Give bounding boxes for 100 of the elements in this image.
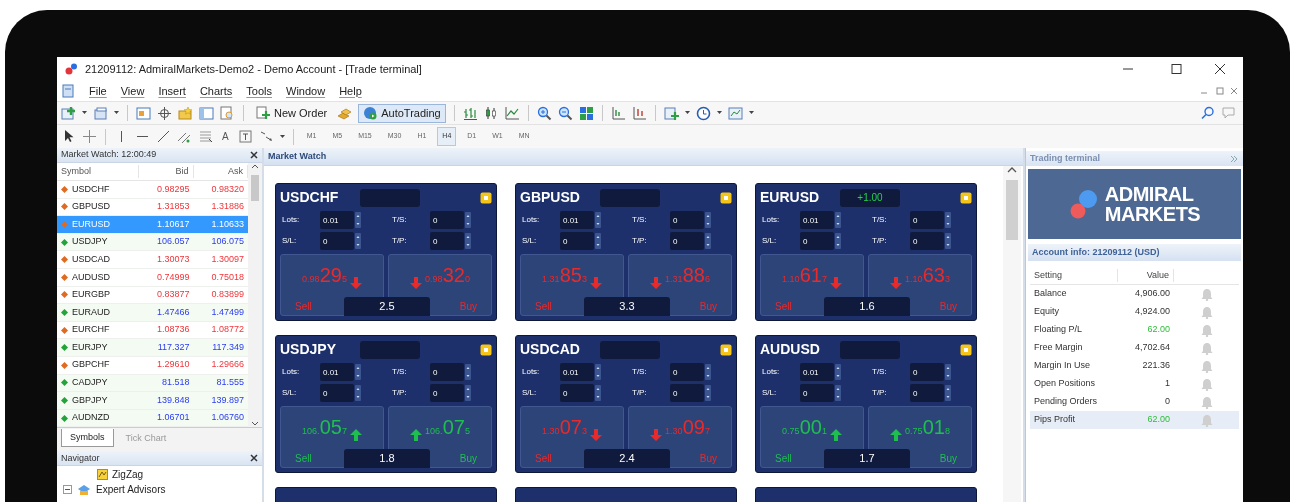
number-field[interactable]: 0 [910, 384, 944, 402]
account-row[interactable]: Equity 4,924.00 [1030, 303, 1239, 321]
spinner-icon[interactable] [944, 363, 952, 381]
one-click-icon[interactable] [480, 343, 492, 356]
caret-icon[interactable] [114, 111, 119, 115]
spinner-icon[interactable] [944, 211, 952, 229]
account-row[interactable]: Balance 4,906.00 [1030, 285, 1239, 303]
number-field[interactable]: 0 [430, 363, 464, 381]
menu-item[interactable]: File [89, 82, 107, 100]
number-field[interactable]: 0.01 [560, 363, 594, 381]
number-field[interactable]: 0 [560, 384, 594, 402]
number-field[interactable]: 0.01 [560, 211, 594, 229]
account-row[interactable]: Floating P/L 62.00 [1030, 321, 1239, 339]
menu-item[interactable]: Help [339, 82, 362, 100]
spinner-icon[interactable] [594, 384, 602, 402]
spinner-icon[interactable] [704, 211, 712, 229]
market-row[interactable]: EURAUD 1.47466 1.47499 [57, 304, 248, 322]
trend-line-icon[interactable] [156, 129, 171, 144]
indicator-add-icon[interactable] [663, 105, 679, 121]
number-field[interactable]: 0 [910, 363, 944, 381]
collapse-icon[interactable] [63, 485, 72, 495]
scroll-down-icon[interactable] [251, 421, 259, 428]
caret-icon[interactable] [716, 111, 722, 115]
one-click-icon[interactable] [720, 191, 732, 204]
caret-icon[interactable] [279, 134, 285, 139]
close-icon[interactable] [250, 151, 258, 159]
number-field[interactable]: 0 [800, 384, 834, 402]
column-header[interactable]: Symbol [57, 164, 139, 179]
column-header[interactable]: Setting [1030, 268, 1118, 283]
spinner-icon[interactable] [354, 211, 362, 229]
one-click-icon[interactable] [960, 191, 972, 204]
number-field[interactable]: 0 [670, 211, 704, 229]
new-chart-icon[interactable] [61, 105, 76, 121]
one-click-icon[interactable] [960, 343, 972, 356]
spinner-icon[interactable] [704, 384, 712, 402]
spinner-icon[interactable] [944, 232, 952, 250]
arrow-tools-icon[interactable] [258, 129, 274, 144]
spinner-icon[interactable] [354, 232, 362, 250]
account-row[interactable]: Margin In Use 221.36 [1030, 357, 1239, 375]
spinner-icon[interactable] [944, 384, 952, 402]
spinner-icon[interactable] [464, 232, 472, 250]
column-header[interactable]: Value [1118, 268, 1174, 283]
caret-icon[interactable] [748, 111, 754, 115]
number-field[interactable]: 0 [320, 384, 354, 402]
scroll-up-icon[interactable] [1007, 166, 1017, 174]
scroll-thumb[interactable] [1006, 180, 1018, 240]
spinner-icon[interactable] [834, 384, 842, 402]
crosshair-icon[interactable] [157, 105, 172, 121]
autoscroll-icon[interactable] [631, 105, 647, 121]
number-field[interactable]: 0 [670, 232, 704, 250]
spinner-icon[interactable] [464, 211, 472, 229]
star-folder-icon[interactable] [178, 105, 193, 121]
number-field[interactable]: 0 [670, 384, 704, 402]
zoom-out-icon[interactable] [557, 105, 573, 121]
account-row[interactable]: Open Positions 1 [1030, 375, 1239, 393]
text-tool[interactable]: A [219, 129, 232, 144]
number-field[interactable]: 0 [670, 363, 704, 381]
one-click-icon[interactable] [720, 343, 732, 356]
spinner-icon[interactable] [464, 384, 472, 402]
stack-icon[interactable] [93, 105, 108, 121]
caret-icon[interactable] [82, 111, 87, 115]
crosshair-tool-icon[interactable] [82, 129, 97, 144]
tile-windows-icon[interactable] [578, 105, 594, 121]
zoom-in-icon[interactable] [536, 105, 552, 121]
account-row[interactable]: Pips Profit 62.00 [1030, 411, 1239, 429]
close-icon[interactable] [250, 454, 258, 463]
search-icon[interactable] [1201, 106, 1215, 120]
restore-icon[interactable] [1199, 86, 1239, 96]
scrollbar[interactable] [248, 163, 262, 428]
number-field[interactable]: 0 [430, 211, 464, 229]
number-field[interactable]: 0 [910, 232, 944, 250]
one-click-icon[interactable] [480, 191, 492, 204]
menu-item[interactable]: Tools [246, 82, 272, 100]
candlestick-icon[interactable] [483, 105, 499, 121]
scroll-thumb[interactable] [251, 175, 259, 201]
number-field[interactable]: 0.01 [320, 363, 354, 381]
spinner-icon[interactable] [594, 363, 602, 381]
spinner-icon[interactable] [354, 363, 362, 381]
template-icon[interactable] [727, 105, 743, 121]
number-field[interactable]: 0 [430, 384, 464, 402]
spinner-icon[interactable] [834, 211, 842, 229]
number-field[interactable]: 0 [430, 232, 464, 250]
market-row[interactable]: EURJPY 117.327 117.349 [57, 339, 248, 357]
market-row[interactable]: GBPJPY 139.848 139.897 [57, 392, 248, 410]
bar-chart-icon[interactable] [462, 105, 478, 121]
number-field[interactable]: 0 [320, 232, 354, 250]
number-field[interactable]: 0 [800, 232, 834, 250]
account-row[interactable]: Pending Orders 0 [1030, 393, 1239, 411]
caret-icon[interactable] [684, 111, 690, 115]
panel-tab[interactable]: Symbols [61, 429, 114, 448]
spinner-icon[interactable] [464, 363, 472, 381]
number-field[interactable]: 0 [910, 211, 944, 229]
chart-shift-icon[interactable] [610, 105, 626, 121]
spinner-icon[interactable] [704, 363, 712, 381]
label-tool-icon[interactable] [237, 129, 253, 144]
menu-item[interactable]: Window [286, 82, 326, 100]
menu-item[interactable]: View [120, 82, 145, 100]
tree-item[interactable]: Expert Advisors [96, 482, 166, 498]
scroll-up-icon[interactable] [251, 163, 259, 169]
clock-icon[interactable] [695, 105, 711, 121]
